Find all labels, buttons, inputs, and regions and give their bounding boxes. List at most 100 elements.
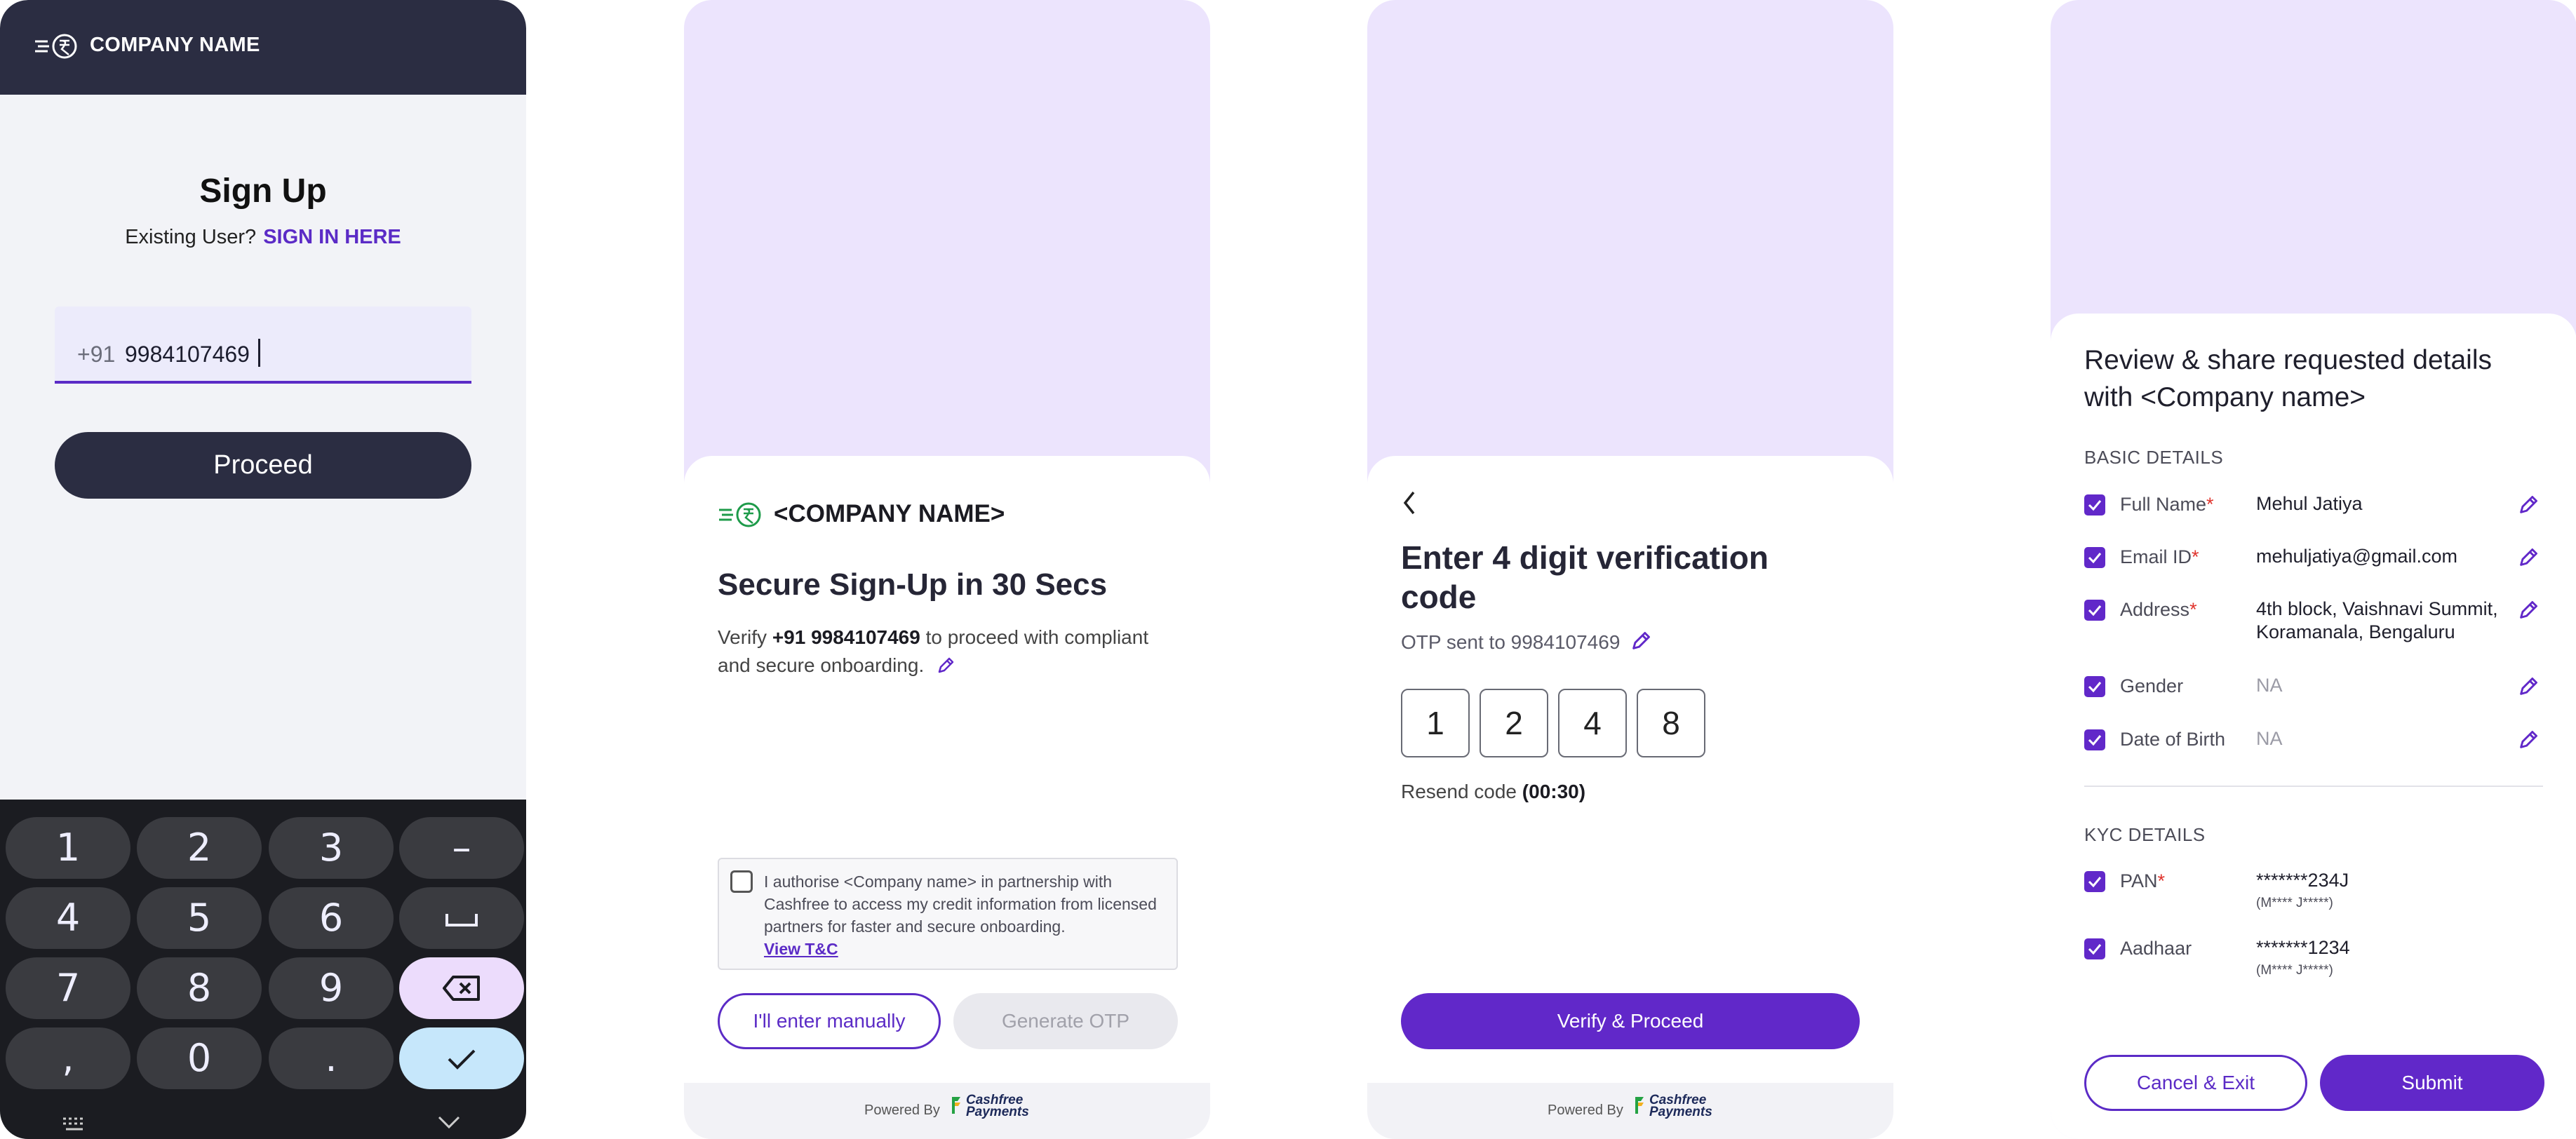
space-icon xyxy=(445,914,478,926)
aadhaar-value: *******1234 xyxy=(2256,937,2350,958)
dob-checkbox[interactable] xyxy=(2084,729,2105,750)
rupee-logo-icon xyxy=(35,34,77,59)
key-backspace[interactable] xyxy=(399,957,524,1019)
key-8[interactable]: 8 xyxy=(137,957,262,1019)
desc-phone: +91 9984107469 xyxy=(772,626,920,648)
pan-checkbox[interactable] xyxy=(2084,871,2105,892)
phone-number-value: 9984107469 xyxy=(125,342,250,367)
proceed-button[interactable]: Proceed xyxy=(55,432,471,499)
key-0[interactable]: 0 xyxy=(137,1027,262,1089)
key-dash[interactable]: – xyxy=(399,817,524,879)
otp-digit-2[interactable]: 2 xyxy=(1480,689,1548,757)
resend-label: Resend code xyxy=(1401,781,1517,802)
resend-timer: (00:30) xyxy=(1522,781,1586,802)
otp-sent-text: OTP sent to 9984107469 xyxy=(1401,631,1621,653)
phone-input[interactable]: +91 9984107469 xyxy=(55,306,471,384)
email-value: mehuljatiya@gmail.com xyxy=(2256,546,2458,567)
edit-pencil-icon[interactable] xyxy=(2518,729,2539,750)
aadhaar-checkbox[interactable] xyxy=(2084,938,2105,959)
edit-pencil-icon[interactable] xyxy=(2518,547,2539,568)
key-4[interactable]: 4 xyxy=(6,887,130,949)
cashfree-line2: Payments xyxy=(1649,1105,1712,1119)
key-3[interactable]: 3 xyxy=(269,817,394,879)
backspace-icon xyxy=(443,976,480,1001)
keyboard-icon[interactable] xyxy=(60,1116,88,1133)
cashfree-logo-icon xyxy=(952,1097,960,1114)
bottom-sheet xyxy=(2051,314,2576,1139)
dob-label: Date of Birth xyxy=(2120,729,2226,750)
edit-pencil-icon[interactable] xyxy=(937,656,955,675)
edit-pencil-icon[interactable] xyxy=(2518,676,2539,697)
generate-otp-button[interactable]: Generate OTP xyxy=(953,993,1178,1049)
key-comma[interactable]: , xyxy=(6,1027,130,1089)
key-7[interactable]: 7 xyxy=(6,957,130,1019)
full-name-label-text: Full Name xyxy=(2120,494,2207,515)
rupee-logo-icon xyxy=(719,502,761,527)
gender-value: NA xyxy=(2256,675,2283,696)
email-label-text: Email ID xyxy=(2120,546,2192,567)
key-5[interactable]: 5 xyxy=(137,887,262,949)
check-icon xyxy=(448,1049,476,1070)
gender-checkbox[interactable] xyxy=(2084,676,2105,697)
cashfree-logo-icon xyxy=(1635,1097,1644,1114)
country-code: +91 xyxy=(77,342,116,367)
page-title: Sign Up xyxy=(199,173,327,210)
edit-pencil-icon[interactable] xyxy=(2518,600,2539,621)
otp-digit-4[interactable]: 8 xyxy=(1637,689,1705,757)
back-chevron-icon[interactable] xyxy=(1398,487,1419,519)
address-checkbox[interactable] xyxy=(2084,600,2105,621)
key-period[interactable]: . xyxy=(269,1027,394,1089)
otp-digit-1[interactable]: 1 xyxy=(1401,689,1470,757)
otp-screen: Enter 4 digit verification code OTP sent… xyxy=(1367,0,1893,1139)
powered-by-footer: Powered By Cashfree Payments xyxy=(1367,1083,1893,1139)
header-company-name: COMPANY NAME xyxy=(90,34,260,56)
existing-user-text: Existing User? xyxy=(125,226,257,248)
review-details-screen: Review & share requested details with <C… xyxy=(2051,0,2576,1139)
powered-by-footer: Powered By Cashfree Payments xyxy=(684,1083,1210,1139)
otp-digit-3[interactable]: 4 xyxy=(1558,689,1627,757)
enter-manually-button[interactable]: I'll enter manually xyxy=(718,993,941,1049)
edit-pencil-icon[interactable] xyxy=(1630,631,1651,652)
pan-name-hint: (M**** J*****) xyxy=(2256,896,2333,910)
address-label: Address* xyxy=(2120,599,2197,621)
required-mark: * xyxy=(2192,546,2199,567)
powered-by-text: Powered By xyxy=(864,1103,940,1118)
basic-details-heading: BASIC DETAILS xyxy=(2084,447,2224,468)
view-tc-link[interactable]: View T&C xyxy=(764,938,1171,960)
cashfree-wordmark: Cashfree Payments xyxy=(966,1093,1029,1119)
key-done[interactable] xyxy=(399,1027,524,1089)
secure-signup-screen: <COMPANY NAME> Secure Sign-Up in 30 Secs… xyxy=(684,0,1210,1139)
edit-pencil-icon[interactable] xyxy=(2518,494,2539,515)
key-2[interactable]: 2 xyxy=(137,817,262,879)
aadhaar-label: Aadhaar xyxy=(2120,938,2192,959)
chevron-down-icon[interactable] xyxy=(436,1114,462,1130)
page-title: Secure Sign-Up in 30 Secs xyxy=(718,567,1108,602)
key-space[interactable] xyxy=(399,887,524,949)
dob-value: NA xyxy=(2256,728,2283,749)
powered-by-text: Powered By xyxy=(1548,1103,1623,1118)
consent-text: I authorise <Company name> in partnershi… xyxy=(764,870,1171,960)
address-value: 4th block, Vaishnavi Summit, Koramanala,… xyxy=(2256,598,2498,642)
resend-code-row[interactable]: Resend code (00:30) xyxy=(1401,781,1585,803)
section-divider xyxy=(2084,786,2543,787)
verify-proceed-button[interactable]: Verify & Proceed xyxy=(1401,993,1860,1049)
pan-label-text: PAN xyxy=(2120,870,2158,891)
existing-user-row: Existing User? SIGN IN HERE xyxy=(0,226,526,249)
pan-label: PAN* xyxy=(2120,870,2165,892)
submit-button[interactable]: Submit xyxy=(2320,1055,2544,1111)
key-9[interactable]: 9 xyxy=(269,957,394,1019)
desc-prefix: Verify xyxy=(718,626,767,648)
page-title: Enter 4 digit verification code xyxy=(1401,539,1769,615)
key-6[interactable]: 6 xyxy=(269,887,394,949)
cashfree-line2: Payments xyxy=(966,1105,1029,1119)
app-header: COMPANY NAME xyxy=(0,0,526,95)
gender-label: Gender xyxy=(2120,675,2184,696)
consent-checkbox[interactable] xyxy=(730,870,753,893)
sign-in-link[interactable]: SIGN IN HERE xyxy=(263,226,401,248)
full-name-checkbox[interactable] xyxy=(2084,494,2105,515)
key-1[interactable]: 1 xyxy=(6,817,130,879)
kyc-details-heading: KYC DETAILS xyxy=(2084,824,2206,845)
email-checkbox[interactable] xyxy=(2084,547,2105,568)
cancel-exit-button[interactable]: Cancel & Exit xyxy=(2084,1055,2307,1111)
keyboard-nav-bar xyxy=(0,1105,526,1139)
